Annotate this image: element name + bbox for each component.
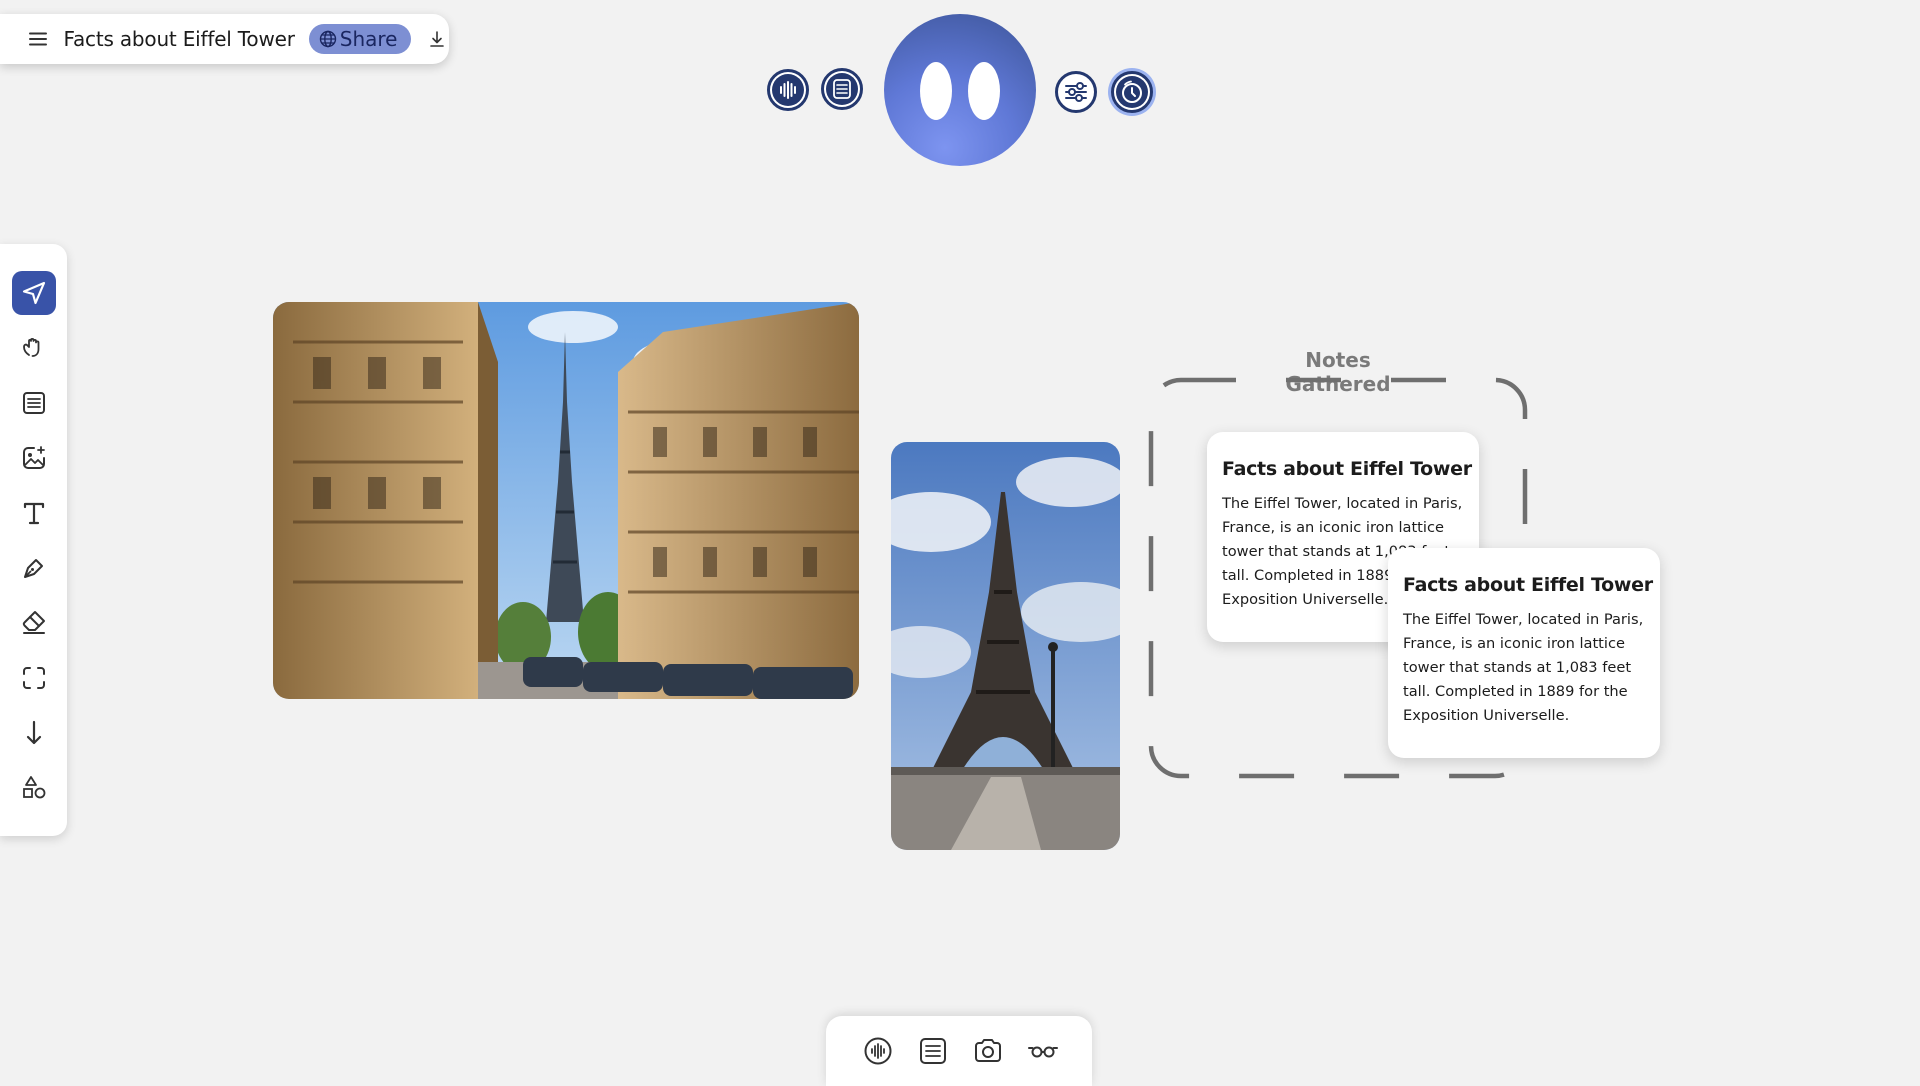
share-label: Share: [339, 27, 398, 51]
hand-icon[interactable]: [12, 326, 56, 370]
voice-wave-icon[interactable]: [767, 69, 809, 111]
text-icon[interactable]: [12, 491, 56, 535]
note-icon[interactable]: [12, 381, 56, 425]
note-title: Facts about Eiffel Tower: [1403, 574, 1653, 596]
eiffel-bridge-photo[interactable]: [891, 442, 1120, 850]
arrow-down-icon[interactable]: [12, 711, 56, 755]
voice-wave-icon[interactable]: [861, 1034, 895, 1068]
frame-select-icon[interactable]: [12, 656, 56, 700]
assistant-avatar[interactable]: [884, 14, 1036, 166]
left-toolbar: [0, 244, 67, 836]
note-card[interactable]: Facts about Eiffel Tower The Eiffel Towe…: [1388, 548, 1660, 758]
note-title: Facts about Eiffel Tower: [1222, 458, 1472, 480]
glasses-icon[interactable]: [1026, 1034, 1060, 1068]
title-bar: Facts about Eiffel Tower Share: [0, 14, 449, 64]
shapes-icon[interactable]: [12, 766, 56, 810]
image-add-icon[interactable]: [12, 436, 56, 480]
eraser-icon[interactable]: [12, 601, 56, 645]
timer-icon[interactable]: [1111, 71, 1153, 113]
eiffel-street-photo[interactable]: [273, 302, 859, 699]
note-body: The Eiffel Tower, located in Paris, Fran…: [1403, 611, 1644, 724]
notes-list-icon[interactable]: [916, 1034, 950, 1068]
left-eye: [920, 62, 952, 120]
sliders-icon[interactable]: [1055, 71, 1097, 113]
notes-list-icon[interactable]: [821, 68, 863, 110]
share-button[interactable]: Share: [308, 24, 412, 54]
right-eye: [968, 62, 1000, 120]
camera-icon[interactable]: [971, 1034, 1005, 1068]
hamburger-icon[interactable]: [26, 27, 50, 51]
download-icon[interactable]: [425, 27, 449, 51]
pen-icon[interactable]: [12, 546, 56, 590]
bottom-dock: [826, 1016, 1092, 1086]
pointer-icon[interactable]: [12, 271, 56, 315]
document-title[interactable]: Facts about Eiffel Tower: [64, 27, 295, 51]
globe-icon: [319, 30, 337, 48]
